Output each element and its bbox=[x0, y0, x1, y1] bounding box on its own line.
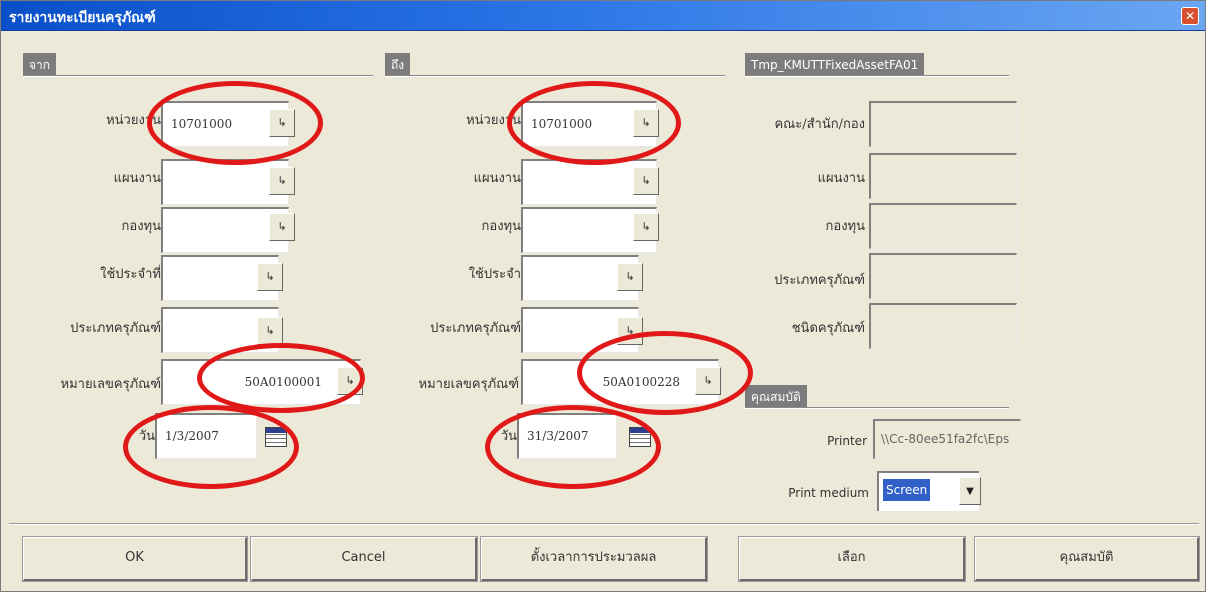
from-section-divider bbox=[23, 75, 373, 77]
from-fund-lookup-icon[interactable]: ↳ bbox=[269, 213, 295, 241]
to-fund-label: กองทุน bbox=[481, 219, 521, 234]
tmp-faculty-field bbox=[869, 101, 1017, 147]
to-fund-lookup-icon[interactable]: ↳ bbox=[633, 213, 659, 241]
from-asset-type-lookup-icon[interactable]: ↳ bbox=[257, 317, 283, 345]
to-user-label: ใช้ประจำ bbox=[468, 267, 521, 282]
print-medium-label: Print medium bbox=[788, 486, 869, 500]
from-unit-label: หน่วยงาน bbox=[106, 113, 161, 128]
to-unit-label: หน่วยงาน bbox=[466, 113, 521, 128]
to-calendar-icon[interactable] bbox=[629, 427, 651, 447]
from-asset-no-lookup-icon[interactable]: ↳ bbox=[337, 367, 363, 395]
from-date-field[interactable]: 1/3/2007 bbox=[155, 413, 257, 459]
from-user-lookup-icon[interactable]: ↳ bbox=[257, 263, 283, 291]
window-title: รายงานทะเบียนครุภัณฑ์ bbox=[9, 10, 156, 26]
print-medium-selected: Screen bbox=[883, 479, 931, 501]
to-asset-no-lookup-icon[interactable]: ↳ bbox=[695, 367, 721, 395]
title-bar[interactable]: รายงานทะเบียนครุภัณฑ์ ✕ bbox=[1, 1, 1205, 31]
report-window: รายงานทะเบียนครุภัณฑ์ ✕ จาก หน่วยงาน 107… bbox=[0, 0, 1206, 592]
from-plan-lookup-icon[interactable]: ↳ bbox=[269, 167, 295, 195]
to-asset-type-label: ประเภทครุภัณฑ์ bbox=[430, 321, 521, 336]
tmp-faculty-label: คณะ/สำนัก/กอง bbox=[774, 117, 865, 132]
from-calendar-icon[interactable] bbox=[265, 427, 287, 447]
printer-label: Printer bbox=[827, 434, 867, 448]
from-asset-type-label: ประเภทครุภัณฑ์ bbox=[70, 321, 161, 336]
from-asset-no-field[interactable]: 50A0100001 bbox=[161, 359, 361, 405]
properties-button[interactable]: คุณสมบัติ bbox=[974, 536, 1200, 582]
from-fund-label: กองทุน bbox=[121, 219, 161, 234]
tmp-section-divider bbox=[745, 75, 1009, 77]
properties-section-tab: คุณสมบัติ bbox=[745, 385, 807, 409]
button-bar-divider bbox=[9, 523, 1199, 525]
tmp-asset-kind-field bbox=[869, 303, 1017, 349]
from-asset-no-label: หมายเลขครุภัณฑ์ bbox=[60, 377, 161, 392]
cancel-button[interactable]: Cancel bbox=[250, 536, 478, 582]
close-icon[interactable]: ✕ bbox=[1181, 7, 1199, 25]
from-user-label: ใช้ประจำที่ bbox=[100, 267, 161, 282]
select-button[interactable]: เลือก bbox=[738, 536, 966, 582]
from-section-tab: จาก bbox=[23, 53, 57, 77]
ok-button[interactable]: OK bbox=[22, 536, 248, 582]
to-asset-no-label: หมายเลขครุภัณฑ์ bbox=[418, 377, 519, 392]
to-unit-lookup-icon[interactable]: ↳ bbox=[633, 109, 659, 137]
tmp-fund-label: กองทุน bbox=[825, 219, 865, 234]
to-plan-lookup-icon[interactable]: ↳ bbox=[633, 167, 659, 195]
tmp-section-tab: Tmp_KMUTTFixedAssetFA01 bbox=[745, 53, 925, 77]
to-asset-type-lookup-icon[interactable]: ↳ bbox=[617, 317, 643, 345]
properties-section-divider bbox=[745, 407, 1009, 409]
to-section-divider bbox=[385, 75, 725, 77]
to-plan-label: แผนงาน bbox=[473, 171, 521, 186]
tmp-asset-type-field bbox=[869, 253, 1017, 299]
tmp-plan-field bbox=[869, 153, 1017, 199]
to-date-field[interactable]: 31/3/2007 bbox=[517, 413, 617, 459]
dropdown-arrow-icon[interactable]: ▼ bbox=[959, 477, 981, 505]
to-asset-no-field[interactable]: 50A0100228 bbox=[521, 359, 719, 405]
tmp-plan-label: แผนงาน bbox=[817, 171, 865, 186]
to-date-label: วัน bbox=[500, 429, 517, 444]
to-user-lookup-icon[interactable]: ↳ bbox=[617, 263, 643, 291]
tmp-fund-field bbox=[869, 203, 1017, 249]
from-plan-label: แผนงาน bbox=[113, 171, 161, 186]
printer-field: \\Cc-80ee51fa2fc\Eps bbox=[873, 419, 1021, 459]
from-date-label: วัน bbox=[138, 429, 155, 444]
tmp-asset-kind-label: ชนิดครุภัณฑ์ bbox=[791, 321, 865, 336]
tmp-asset-type-label: ประเภทครุภัณฑ์ bbox=[774, 273, 865, 288]
to-section-tab: ถึง bbox=[385, 53, 411, 77]
schedule-processing-button[interactable]: ตั้งเวลาการประมวลผล bbox=[480, 536, 708, 582]
from-unit-lookup-icon[interactable]: ↳ bbox=[269, 109, 295, 137]
